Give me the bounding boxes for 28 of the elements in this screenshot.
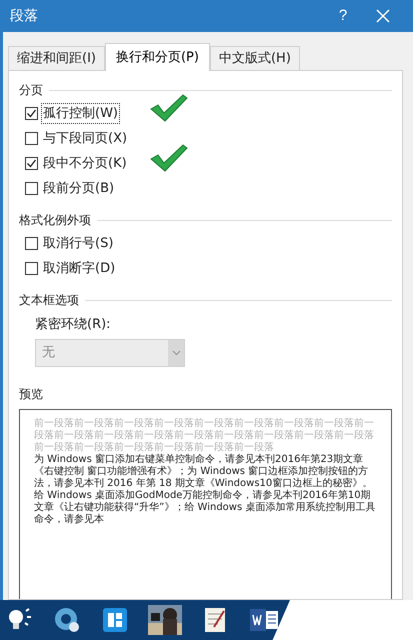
checkbox[interactable] <box>25 182 38 195</box>
preview-text: 前一段落前一段落前一段落前一段落前一段落前一段落前一段落前一段落前一段落前一段落前一段落前一段落前一段落前一段落前一段落前一段落前一段落前一段落前一段落前一段落前一段落前一段落前一段落 <box>34 418 375 454</box>
checkbox[interactable] <box>25 262 38 275</box>
checkbox-label[interactable]: 孤行控制(W) <box>42 104 119 124</box>
window-title: 段落 <box>10 6 38 26</box>
checkbox[interactable] <box>25 157 38 170</box>
tab[interactable]: 缩进和间距(I) <box>8 46 105 70</box>
checkbox-label[interactable]: 段中不分页(K) <box>42 154 128 174</box>
group-title: 文本框选项 <box>19 292 79 309</box>
preview-text: 为 Windows 窗口添加右键菜单控制命令，请参见本刊2016年第23期文章《右键控制 窗口功能增强有术》；为 Windows 窗口边框添加控制按钮的方法，请参见本刊 2016 年第 18 期文章《Windows10窗口边框上的秘密》。给 Windows 桌面添加GodMode万能控制命令，请参见本刊2016年第10期文章《让右键功能获得“升华”》；给 Windows 桌面添加常用系统控制用工具命令，请参见本 <box>34 454 376 526</box>
caret-icon <box>172 350 180 356</box>
app-icon[interactable] <box>100 605 130 635</box>
checkbox[interactable] <box>25 132 38 145</box>
tab[interactable]: 中文版式(H) <box>210 46 300 70</box>
field-label: 紧密环绕(R): <box>35 316 112 334</box>
checkbox-label[interactable]: 取消行号(S) <box>42 234 114 254</box>
help-button[interactable]: ? <box>323 2 363 30</box>
group-title: 格式化例外项 <box>19 212 91 229</box>
checkbox[interactable] <box>25 107 38 120</box>
tab[interactable]: 换行和分页(P) <box>104 43 210 71</box>
checkbox-label[interactable]: 取消断字(D) <box>42 258 116 278</box>
disc-icon[interactable] <box>52 605 82 635</box>
close-icon[interactable] <box>376 9 390 23</box>
checkbox-label[interactable]: 与下段同页(X) <box>42 128 128 148</box>
checkbox-label[interactable]: 段前分页(B) <box>42 178 116 198</box>
checkbox[interactable] <box>25 237 38 250</box>
group-title: 预览 <box>19 386 44 402</box>
group-title: 分页 <box>19 82 43 99</box>
